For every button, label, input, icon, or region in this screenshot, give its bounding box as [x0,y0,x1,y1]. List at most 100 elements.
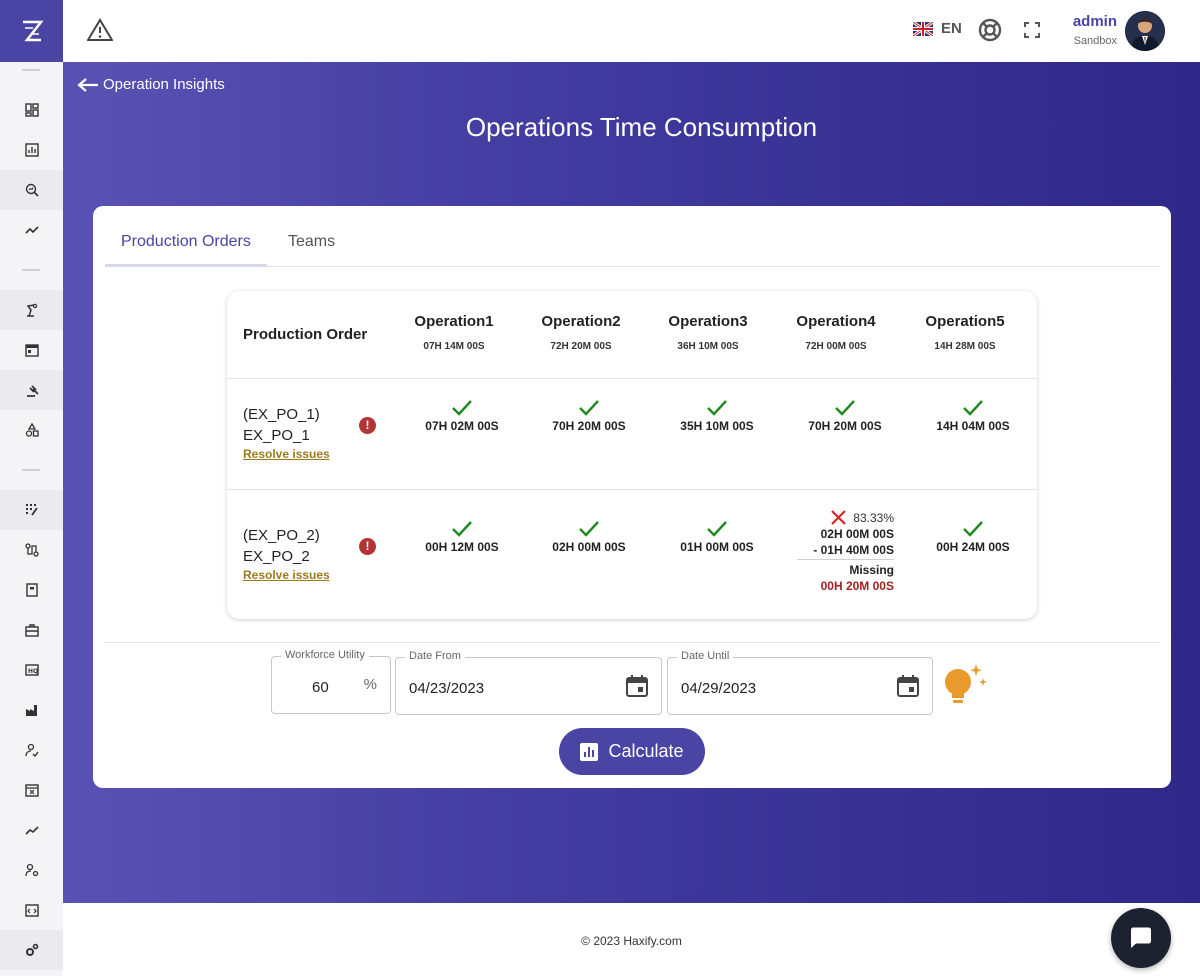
sidebar-divider [22,69,40,71]
cell-time: 35H 10M 00S [680,419,754,433]
sidebar-item-workers[interactable] [0,730,63,770]
language-selector[interactable]: EN [913,20,962,37]
sidebar-item-insights[interactable] [0,170,63,210]
check-icon [452,400,472,416]
po-code: (EX_PO_2) [243,527,320,544]
operation-name: Operation5 [925,313,1005,330]
sidebar-item-user-settings[interactable] [0,850,63,890]
user-organization: Sandbox [1073,35,1117,47]
operation-total: 36H 10M 00S [677,341,739,352]
main-card: Production Orders Teams Production Order… [93,206,1171,788]
warning-icon[interactable] [87,18,113,42]
cell-time: 70H 20M 00S [552,419,626,433]
check-icon [452,521,472,537]
grid-edit-icon [25,504,38,516]
top-bar: EN admin Sandbox [63,0,1200,62]
logo-icon [22,20,44,42]
sidebar-item-factory[interactable] [0,690,63,730]
error-icon[interactable]: ! [359,538,376,555]
fullscreen-icon[interactable] [1023,21,1041,39]
operation-name: Operation2 [541,313,621,330]
bar-chart-icon [24,143,39,157]
table-cell: 02H 00M 00S [524,520,654,554]
calendar-icon [24,344,39,357]
person-check-icon [24,743,39,757]
calendar-icon[interactable] [625,674,649,698]
operation-name: Operation1 [414,313,494,330]
sidebar-item-machines[interactable] [0,290,63,330]
header-operation-2: Operation2 72H 20M 00S [516,313,646,352]
sidebar-item-integrations[interactable] [0,890,63,930]
tab-production-orders[interactable]: Production Orders [121,224,251,267]
resolve-issues-link[interactable]: Resolve issues [243,568,330,582]
route-icon [24,543,39,557]
gavel-icon [26,385,39,397]
row-divider [227,489,1037,490]
po-name: EX_PO_1 [243,427,310,444]
tab-bar: Production Orders Teams [105,224,1159,267]
date-from-label: Date From [405,650,465,662]
sidebar-item-tools[interactable] [0,610,63,650]
sidebar-item-dashboard[interactable] [0,90,63,130]
date-from-value[interactable]: 04/23/2023 [409,680,484,697]
cell-time: 02H 00M 00S [552,540,626,554]
cell-time: 14H 04M 00S [936,419,1010,433]
table-cell: 70H 20M 00S [780,399,910,433]
avatar[interactable] [1125,11,1165,51]
sidebar-item-calendar[interactable] [0,330,63,370]
support-lifebuoy-icon[interactable] [978,18,1002,42]
app-logo[interactable] [0,0,63,62]
table-cell: 70H 20M 00S [524,399,654,433]
sidebar-item-planning[interactable] [0,490,63,530]
sidebar-item-documents[interactable] [0,570,63,610]
sidebar-item-reports[interactable] [0,130,63,170]
table-cell: 07H 02M 00S [397,399,527,433]
tab-teams[interactable]: Teams [288,224,335,267]
error-icon[interactable]: ! [359,417,376,434]
sidebar-item-settings[interactable] [0,930,63,970]
planned-time: 02H 00M 00S [820,527,894,541]
search-analytics-icon [25,183,39,197]
toolbox-icon [24,624,39,637]
deviation-status: 83.33% [797,509,894,526]
svg-text:HQ: HQ [28,668,38,675]
actual-time: - 01H 40M 00S [813,543,894,557]
back-link[interactable]: Operation Insights [77,76,225,93]
sidebar-item-routes[interactable] [0,530,63,570]
sidebar-item-categories[interactable] [0,410,63,450]
date-until-value[interactable]: 04/29/2023 [681,680,756,697]
back-link-label: Operation Insights [103,76,225,93]
workforce-utility-field[interactable]: Workforce Utility 60 % [271,649,391,714]
sidebar-item-trends[interactable] [0,210,63,250]
chat-button[interactable] [1111,908,1171,968]
po-name: EX_PO_2 [243,548,310,565]
calendar-icon[interactable] [896,674,920,698]
sidebar-item-absences[interactable] [0,770,63,810]
lightbulb-icon[interactable] [941,662,989,710]
date-until-label: Date Until [677,650,734,662]
settings-icon [25,943,38,956]
shapes-icon [25,423,39,437]
percent-suffix: % [363,676,377,693]
sidebar-item-rules[interactable] [0,370,63,410]
user-name[interactable]: admin [1053,13,1117,30]
workforce-utility-value[interactable]: 60 [312,679,329,696]
cell-time: 07H 02M 00S [425,419,499,433]
footer: © 2023 Haxify.com [63,903,1200,976]
check-icon [579,521,599,537]
chat-bubble-icon [1131,927,1151,948]
table-cell: 00H 12M 00S [397,520,527,554]
sidebar: HQ [0,0,63,976]
calculate-button[interactable]: Calculate [559,728,705,775]
operation-total: 72H 20M 00S [550,341,612,352]
resolve-issues-link[interactable]: Resolve issues [243,447,330,461]
table-cell: 01H 00M 00S [652,520,782,554]
sidebar-item-hq[interactable]: HQ [0,650,63,690]
code-box-icon [24,904,39,917]
date-until-field[interactable]: Date Until 04/29/2023 [667,650,933,715]
check-icon [707,521,727,537]
sidebar-item-analytics[interactable] [0,810,63,850]
check-icon [963,521,983,537]
hq-icon: HQ [24,664,39,676]
date-from-field[interactable]: Date From 04/23/2023 [395,650,662,715]
